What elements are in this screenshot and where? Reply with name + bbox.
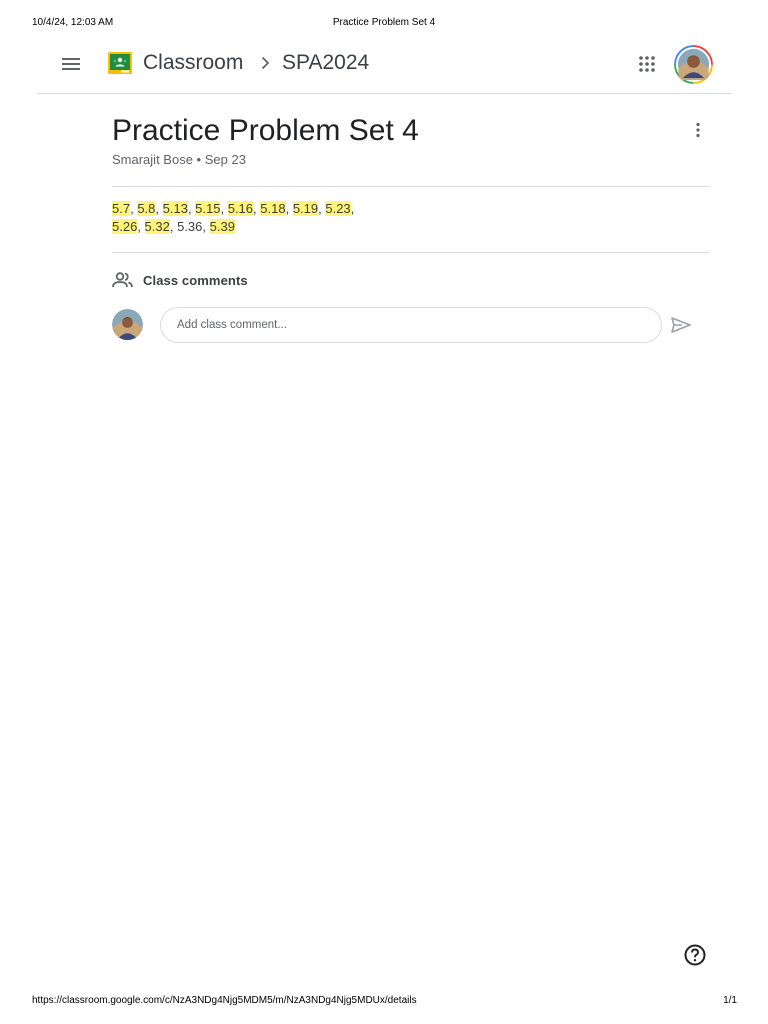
post-title: Practice Problem Set 4 (112, 114, 419, 147)
post-meta: Smarajit Bose • Sep 23 (112, 152, 246, 168)
problem-number: 5.13 (162, 201, 188, 216)
print-title: Practice Problem Set 4 (332, 17, 436, 28)
class-comments-header: Class comments (112, 269, 248, 291)
send-icon[interactable] (669, 313, 693, 337)
problem-number: 5.19 (292, 201, 319, 216)
problem-number: 5.15 (195, 201, 221, 216)
add-class-comment-input[interactable] (160, 307, 662, 343)
classroom-logo-icon[interactable] (108, 52, 132, 74)
help-icon[interactable] (684, 944, 706, 966)
user-avatar (112, 309, 143, 340)
print-header: 10/4/24, 12:03 AM Practice Problem Set 4 (0, 17, 768, 31)
problem-number: 5.39 (209, 219, 235, 234)
body-divider (112, 252, 710, 253)
problem-number: 5.18 (260, 201, 286, 216)
problem-number: 5.7 (112, 201, 131, 216)
problem-number: 5.23 (325, 201, 351, 216)
problem-number: 5.26 (112, 219, 138, 234)
course-name-link[interactable]: SPA2024 (282, 50, 369, 76)
chevron-right-icon (261, 56, 270, 70)
print-footer: https://classroom.google.com/c/NzA3NDg4N… (0, 995, 768, 1009)
print-page-number: 1/1 (723, 995, 737, 1006)
more-vert-icon (696, 122, 700, 138)
problem-number: 5.8 (137, 201, 156, 216)
top-app-bar: Classroom SPA2024 (37, 42, 732, 94)
post-body: 5.7, 5.8, 5.13, 5.15, 5.16, 5.18, 5.19, … (112, 201, 355, 234)
problem-number: 5.32 (144, 219, 170, 234)
main-menu-button[interactable] (59, 52, 83, 76)
app-name-link[interactable]: Classroom (143, 50, 243, 76)
post-author: Smarajit Bose (112, 152, 193, 167)
people-icon (112, 272, 133, 288)
post-date: Sep 23 (204, 152, 246, 167)
print-url: https://classroom.google.com/c/NzA3NDg4N… (32, 995, 417, 1006)
account-avatar[interactable] (674, 45, 713, 84)
hamburger-menu-icon (62, 58, 80, 70)
apps-grid-icon[interactable] (635, 52, 659, 76)
problem-number: 5.36 (177, 219, 203, 234)
meta-separator: • (196, 152, 205, 167)
more-options-button[interactable] (688, 120, 708, 140)
problem-number: 5.16 (227, 201, 254, 216)
header-divider (112, 186, 710, 187)
class-comments-label: Class comments (143, 272, 248, 288)
